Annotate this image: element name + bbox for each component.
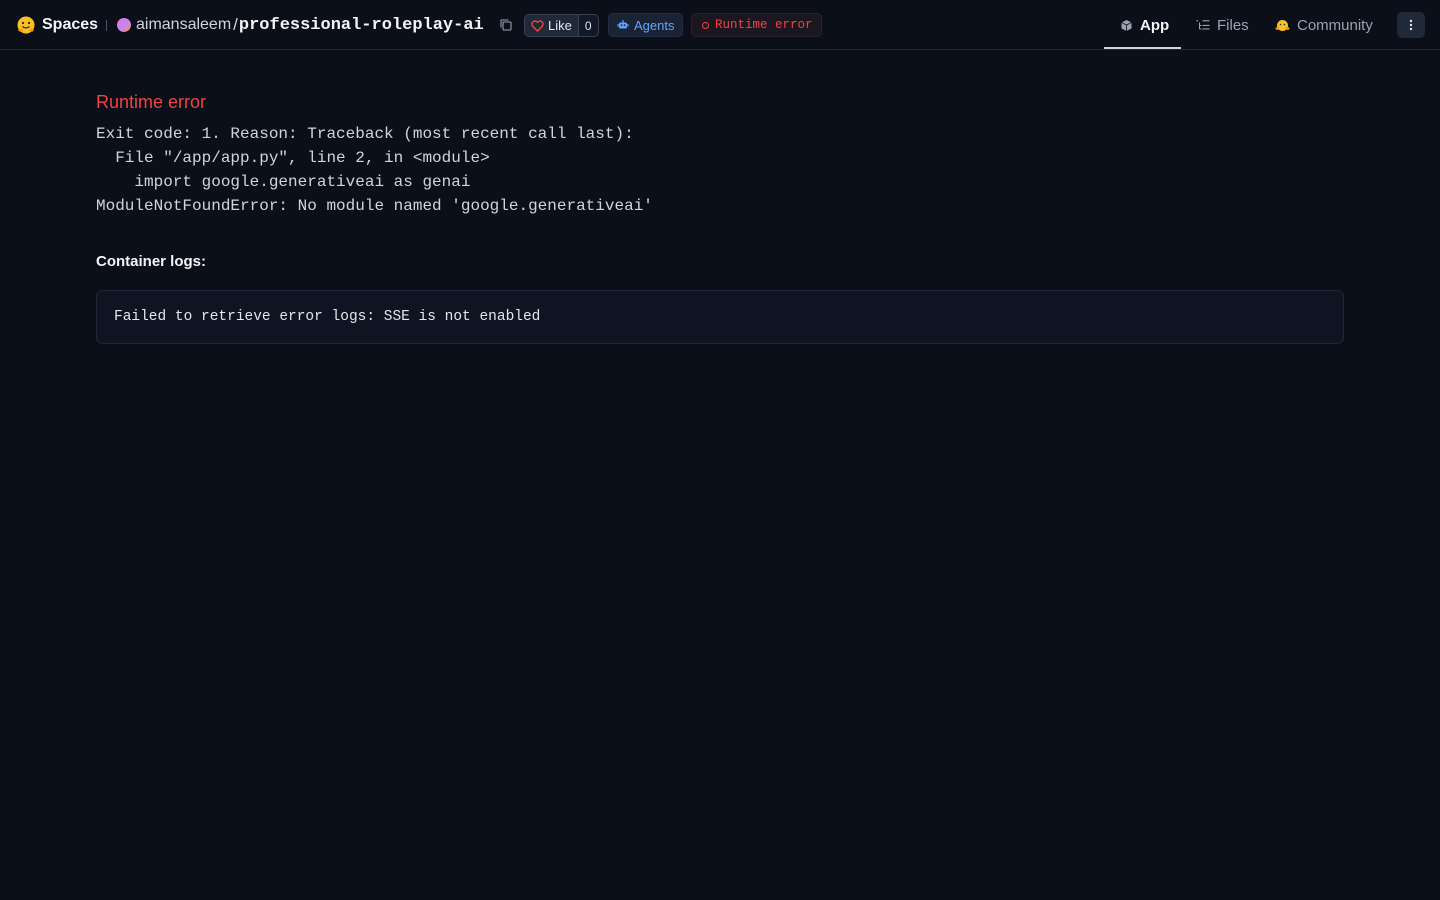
more-options-button[interactable] bbox=[1397, 12, 1425, 38]
tab-app-label: App bbox=[1140, 16, 1170, 34]
like-count[interactable]: 0 bbox=[577, 15, 598, 36]
agents-button[interactable]: Agents bbox=[608, 13, 684, 37]
traceback-text: Exit code: 1. Reason: Traceback (most re… bbox=[96, 125, 653, 215]
owner-link[interactable]: aimansaleem bbox=[136, 16, 231, 34]
agents-label: Agents bbox=[634, 17, 675, 33]
more-vertical-icon bbox=[1409, 19, 1413, 31]
like-button[interactable]: Like 0 bbox=[524, 14, 599, 37]
breadcrumb: aimansaleem / professional-roleplay-ai bbox=[117, 14, 484, 36]
container-logs-box: Failed to retrieve error logs: SSE is no… bbox=[96, 290, 1344, 344]
spaces-label: Spaces bbox=[42, 16, 99, 33]
robot-icon bbox=[617, 20, 629, 29]
like-label: Like bbox=[548, 18, 572, 33]
status-dot-icon bbox=[702, 21, 709, 29]
status-label: Runtime error bbox=[715, 18, 813, 32]
tab-community[interactable]: Community bbox=[1275, 0, 1373, 50]
active-tab-indicator bbox=[1104, 47, 1181, 49]
breadcrumb-separator: / bbox=[233, 15, 238, 34]
status-badge[interactable]: Runtime error bbox=[691, 13, 822, 37]
tab-community-label: Community bbox=[1297, 16, 1373, 34]
tab-files-label: Files bbox=[1217, 16, 1249, 34]
copy-icon[interactable] bbox=[499, 18, 513, 32]
avatar bbox=[117, 18, 131, 32]
container-logs-label: Container logs: bbox=[96, 253, 207, 270]
cube-icon bbox=[1121, 19, 1132, 31]
divider bbox=[106, 20, 107, 31]
top-nav: Spaces aimansaleem / professional-rolepl… bbox=[0, 0, 1440, 50]
hugging-face-logo-icon bbox=[17, 16, 35, 34]
repo-link[interactable]: professional-roleplay-ai bbox=[239, 16, 484, 35]
error-title: Runtime error bbox=[96, 92, 207, 112]
files-icon bbox=[1196, 20, 1210, 30]
logs-message: Failed to retrieve error logs: SSE is no… bbox=[114, 309, 541, 325]
heart-icon bbox=[531, 19, 544, 32]
spaces-home-link[interactable]: Spaces bbox=[16, 15, 98, 35]
tab-files[interactable]: Files bbox=[1196, 0, 1249, 50]
community-icon bbox=[1275, 19, 1290, 31]
tab-app[interactable]: App bbox=[1120, 0, 1169, 50]
like-main[interactable]: Like bbox=[525, 15, 578, 36]
